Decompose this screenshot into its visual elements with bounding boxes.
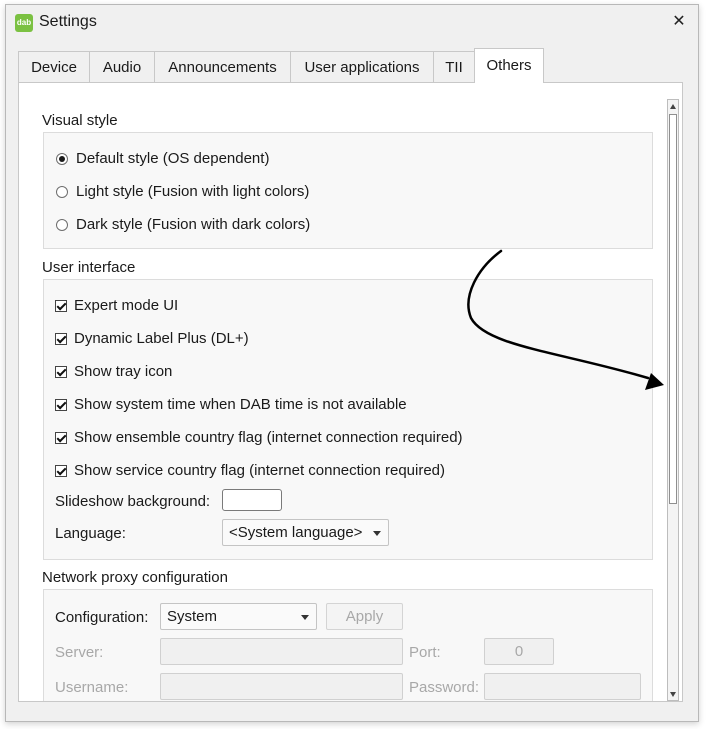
proxy-configuration-value: System — [167, 608, 218, 625]
tab-others[interactable]: Others — [474, 48, 544, 83]
scroll-content: Visual style Default style (OS dependent… — [19, 83, 659, 701]
tab-tii[interactable]: TII — [433, 51, 475, 82]
checkbox-label: Show system time when DAB time is not av… — [74, 396, 407, 413]
port-label: Port: — [409, 644, 441, 661]
password-label: Password: — [409, 679, 480, 696]
close-icon[interactable]: ✕ — [666, 9, 692, 35]
radio-indicator — [56, 152, 68, 165]
network-proxy-title: Network proxy configuration — [42, 569, 228, 586]
radio-light-style[interactable]: Light style (Fusion with light colors) — [56, 183, 309, 200]
network-proxy-group: Configuration: System Apply Server: Port… — [43, 589, 653, 701]
checkbox-indicator — [55, 299, 67, 312]
checkbox-label: Dynamic Label Plus (DL+) — [74, 330, 249, 347]
checkbox-indicator — [55, 464, 67, 477]
scroll-down-icon[interactable] — [668, 688, 678, 700]
radio-label: Default style (OS dependent) — [76, 150, 270, 167]
port-field[interactable]: 0 — [484, 638, 554, 665]
checkbox-indicator — [55, 332, 67, 345]
password-field[interactable] — [484, 673, 641, 700]
app-icon: dab — [15, 14, 33, 32]
checkbox-dl-plus[interactable]: Dynamic Label Plus (DL+) — [55, 330, 249, 347]
user-interface-group: Expert mode UI Dynamic Label Plus (DL+) … — [43, 279, 653, 560]
checkbox-label: Show service country flag (internet conn… — [74, 462, 446, 479]
language-select-value: <System language> — [229, 524, 363, 541]
chevron-down-icon — [373, 531, 381, 536]
radio-label: Light style (Fusion with light colors) — [76, 183, 310, 200]
radio-dark-style[interactable]: Dark style (Fusion with dark colors) — [56, 216, 310, 233]
radio-indicator — [56, 185, 68, 198]
server-field[interactable] — [160, 638, 403, 665]
scrollbar-thumb[interactable] — [669, 114, 677, 504]
scroll-up-icon[interactable] — [668, 100, 678, 112]
checkbox-ensemble-flag[interactable]: Show ensemble country flag (internet con… — [55, 429, 463, 446]
checkbox-label: Show tray icon — [74, 363, 173, 380]
slideshow-background-color[interactable] — [222, 489, 282, 511]
vertical-scrollbar[interactable] — [667, 99, 679, 701]
slideshow-background-label: Slideshow background: — [55, 493, 211, 510]
apply-button[interactable]: Apply — [326, 603, 403, 630]
username-label: Username: — [55, 679, 129, 696]
language-select[interactable]: <System language> — [222, 519, 389, 546]
server-label: Server: — [55, 644, 104, 661]
settings-dialog: dab Settings ✕ Device Audio Announcement… — [5, 4, 699, 722]
tab-device[interactable]: Device — [18, 51, 90, 82]
language-label: Language: — [55, 525, 126, 542]
proxy-configuration-select[interactable]: System — [160, 603, 317, 630]
tab-audio[interactable]: Audio — [89, 51, 155, 82]
visual-style-title: Visual style — [42, 112, 118, 129]
title-bar: dab Settings ✕ — [6, 5, 698, 41]
checkbox-tray-icon[interactable]: Show tray icon — [55, 363, 172, 380]
checkbox-indicator — [55, 398, 67, 411]
user-interface-title: User interface — [42, 259, 136, 276]
configuration-label: Configuration: — [55, 609, 149, 626]
checkbox-service-flag[interactable]: Show service country flag (internet conn… — [55, 462, 445, 479]
others-tab-panel: Visual style Default style (OS dependent… — [18, 82, 683, 702]
checkbox-expert-mode[interactable]: Expert mode UI — [55, 297, 178, 314]
checkbox-label: Expert mode UI — [74, 297, 179, 314]
window-title: Settings — [39, 13, 97, 30]
tab-user-applications[interactable]: User applications — [290, 51, 434, 82]
chevron-down-icon — [301, 615, 309, 620]
checkbox-label: Show ensemble country flag (internet con… — [74, 429, 463, 446]
radio-label: Dark style (Fusion with dark colors) — [76, 216, 311, 233]
checkbox-indicator — [55, 431, 67, 444]
checkbox-indicator — [55, 365, 67, 378]
radio-default-style[interactable]: Default style (OS dependent) — [56, 150, 269, 167]
checkbox-system-time[interactable]: Show system time when DAB time is not av… — [55, 396, 407, 413]
username-field[interactable] — [160, 673, 403, 700]
radio-indicator — [56, 218, 68, 231]
visual-style-group: Default style (OS dependent) Light style… — [43, 132, 653, 249]
tab-announcements[interactable]: Announcements — [154, 51, 291, 82]
